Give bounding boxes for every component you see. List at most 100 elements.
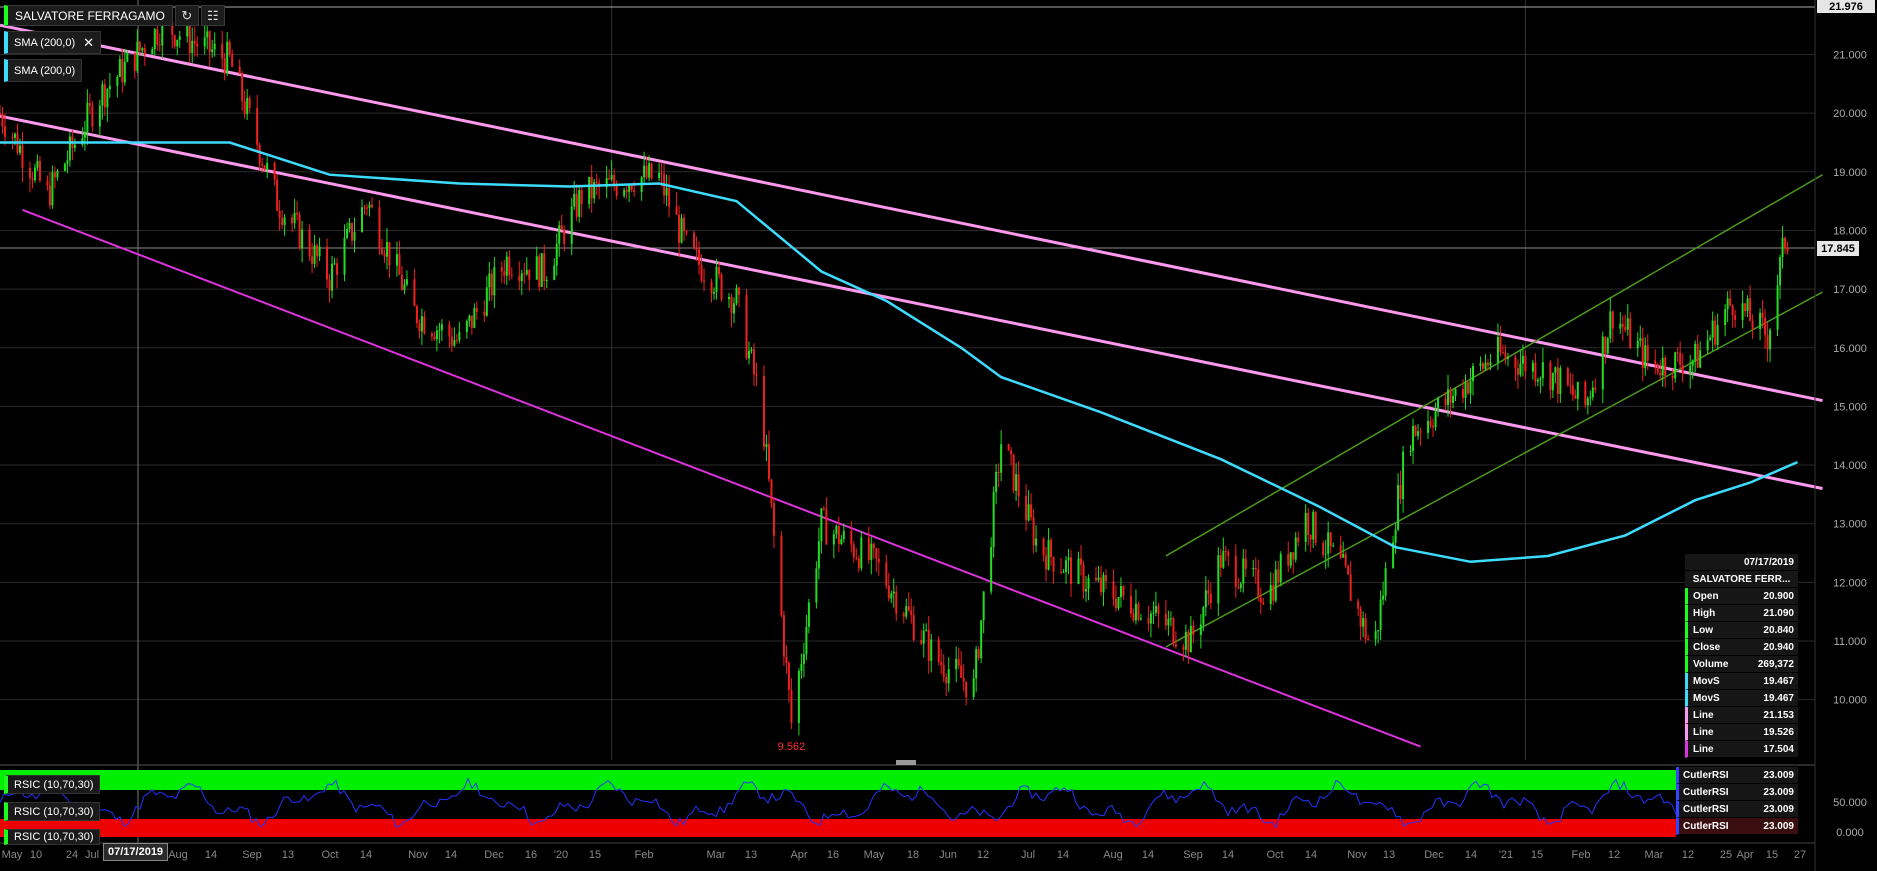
candle-body xyxy=(713,291,716,294)
candle-body xyxy=(1277,569,1280,583)
candle-body xyxy=(910,610,913,615)
candle-body xyxy=(1379,599,1382,631)
candle-body xyxy=(887,585,890,599)
data-window-row: Line 17.504 xyxy=(1685,741,1798,758)
rsi-indicator-2[interactable]: RSIC (10,70,30) xyxy=(4,802,101,821)
candle-body xyxy=(196,43,199,47)
candle-body xyxy=(395,254,398,266)
candle-body xyxy=(825,508,828,545)
candle-body xyxy=(1506,356,1509,360)
candle-body xyxy=(980,620,983,659)
candle-body xyxy=(208,31,211,53)
candle-body xyxy=(995,472,998,492)
candle-body xyxy=(223,58,226,74)
refresh-icon[interactable]: ↻ xyxy=(174,5,199,26)
candle-body xyxy=(3,126,6,137)
candle-body xyxy=(1554,367,1557,373)
candle-body xyxy=(1132,613,1135,621)
date-tick-label: 14 xyxy=(205,849,217,861)
candle-body xyxy=(18,145,21,153)
candle-body xyxy=(1367,638,1370,640)
candle-body xyxy=(867,537,870,561)
candle-body xyxy=(1184,631,1187,650)
candle-body xyxy=(333,263,336,265)
candle-body xyxy=(1287,554,1290,566)
candle-body xyxy=(1559,368,1562,395)
candle-body xyxy=(912,614,915,641)
candle-body xyxy=(266,162,269,171)
candle-body xyxy=(1329,532,1332,547)
rsi-indicator-label: RSIC (10,70,30) xyxy=(14,831,94,843)
candle-body xyxy=(385,242,388,257)
candle-body xyxy=(1514,356,1517,368)
indicator-sma-1[interactable]: SMA (200,0) ✕ xyxy=(4,31,102,54)
candle-body xyxy=(31,178,34,181)
candle-body xyxy=(475,308,478,312)
trendline xyxy=(0,23,1823,403)
date-tick-label: Feb xyxy=(1572,849,1591,861)
candle-body xyxy=(665,187,668,196)
rsi-indicator-3[interactable]: RSIC (10,70,30) xyxy=(4,829,101,845)
price-tick-label: 17.000 xyxy=(1833,284,1867,296)
candle-body xyxy=(1541,362,1544,379)
candle-body xyxy=(28,167,31,179)
candle-body xyxy=(11,136,14,138)
candle-body xyxy=(1731,305,1734,316)
date-tick-label: 14 xyxy=(360,849,372,861)
candle-body xyxy=(1654,360,1657,364)
price-tick-label: 12.000 xyxy=(1833,577,1867,589)
candle-body xyxy=(1382,595,1385,600)
data-window-value: 21.153 xyxy=(1763,709,1794,721)
candle-body xyxy=(1531,362,1534,372)
candle-body xyxy=(1589,397,1592,399)
candle-body xyxy=(1199,624,1202,635)
candle-body xyxy=(1147,618,1150,624)
date-tick-label: 27 xyxy=(1794,849,1806,861)
rsi-tick-label: 0.000 xyxy=(1836,827,1864,839)
rsi-data-row: CutlerRSI 23.009 xyxy=(1676,818,1798,835)
indicator-sma-2[interactable]: SMA (200,0) xyxy=(4,59,83,82)
price-tick-label: 13.000 xyxy=(1833,519,1867,531)
candle-body xyxy=(1052,557,1055,572)
candle-body xyxy=(1167,618,1170,626)
candle-body xyxy=(133,52,136,71)
candle-body xyxy=(678,214,681,243)
candle-body xyxy=(1172,618,1175,645)
candle-body xyxy=(328,279,331,291)
candle-body xyxy=(1489,362,1492,366)
candle-body xyxy=(63,163,66,171)
candle-body xyxy=(1696,343,1699,368)
candle-body xyxy=(98,105,101,127)
candle-body xyxy=(291,217,294,224)
rsi-indicator-1[interactable]: RSIC (10,70,30) xyxy=(4,775,101,794)
price-chart[interactable]: 21.000 20.000 19.000 18.000 17.000 16.000 15.0… xyxy=(0,0,1877,871)
candle-body xyxy=(1447,389,1450,405)
pane-splitter-handle[interactable] xyxy=(896,760,916,765)
candle-body xyxy=(718,266,721,275)
candle-body xyxy=(1,113,4,127)
candle-body xyxy=(695,248,698,250)
candle-body xyxy=(1501,352,1504,354)
candle-body xyxy=(922,630,925,644)
candle-body xyxy=(992,491,995,548)
candle-body xyxy=(1202,607,1205,625)
candle-body xyxy=(1000,444,1003,473)
candle-body xyxy=(960,665,963,678)
candle-body xyxy=(500,267,503,272)
symbol-title[interactable]: SALVATORE FERRAGAMO xyxy=(4,5,173,26)
date-tick-label: Nov xyxy=(1347,849,1367,861)
candle-body xyxy=(458,332,461,341)
candle-body xyxy=(1671,375,1674,379)
candle-body xyxy=(1274,569,1277,601)
candle-body xyxy=(623,190,626,196)
candle-body xyxy=(747,350,750,359)
candle-body xyxy=(1676,352,1679,354)
candle-body xyxy=(53,172,56,178)
chart-settings-icon[interactable]: ☷ xyxy=(200,5,225,26)
candle-body xyxy=(782,615,785,657)
candle-body xyxy=(1452,395,1455,403)
close-icon[interactable]: ✕ xyxy=(83,35,94,51)
candle-body xyxy=(595,181,598,184)
date-tick-label: '20 xyxy=(554,849,568,861)
date-tick-label: Sep xyxy=(1183,849,1203,861)
